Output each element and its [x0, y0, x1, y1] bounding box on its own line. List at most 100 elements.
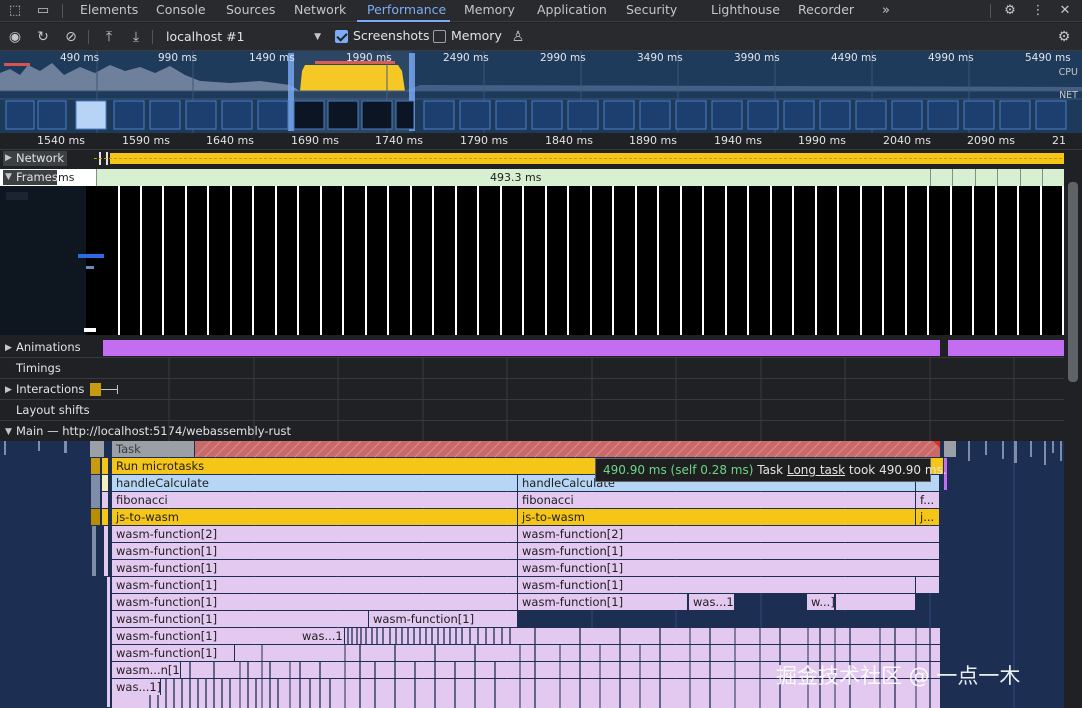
network-track-label: Network: [16, 151, 65, 165]
capture-settings-gear-icon[interactable]: ⚙: [1055, 28, 1073, 46]
wasm-function-bar[interactable]: wasm-function[2]: [112, 526, 518, 542]
frame-duration-left: ms: [58, 171, 75, 184]
wasm-function-bar[interactable]: wasm-function[2]: [518, 526, 940, 542]
wasm-function-bar-short[interactable]: w...]: [807, 594, 835, 610]
handle-calculate-bar[interactable]: handleCalculate: [112, 475, 518, 491]
tab-console[interactable]: Console: [156, 0, 206, 22]
overview-tick: 5490 ms: [1025, 52, 1071, 64]
cpu-label: CPU: [1058, 67, 1078, 78]
wasm-function-bar[interactable]: wasm-function[1]: [112, 577, 518, 593]
ruler-tick: 2090 ms: [967, 134, 1015, 147]
tab-security[interactable]: Security: [626, 0, 677, 22]
fibonacci-bar-short[interactable]: f...: [916, 492, 940, 508]
animation-bar[interactable]: [948, 340, 1064, 356]
tab-memory[interactable]: Memory: [464, 0, 515, 22]
wasm-function-bar[interactable]: wasm-function[1]: [518, 577, 916, 593]
ruler-tick: 21: [1052, 134, 1066, 147]
screenshots-label: Screenshots: [353, 28, 430, 43]
layout-shifts-track-label: Layout shifts: [16, 403, 90, 417]
wasm-function-bar[interactable]: wasm-function[1]: [518, 594, 688, 610]
screenshots-checkbox[interactable]: [335, 30, 348, 43]
expand-triangle-icon[interactable]: ▶: [5, 385, 12, 395]
interactions-track[interactable]: ▶ Interactions: [0, 379, 1064, 400]
tooltip-duration: 490.90 ms (self 0.28 ms): [603, 463, 754, 477]
tab-sources[interactable]: Sources: [226, 0, 275, 22]
long-task-link[interactable]: Long task: [787, 463, 845, 477]
tab-application[interactable]: Application: [537, 0, 607, 22]
tab-lighthouse[interactable]: Lighthouse: [711, 0, 780, 22]
memory-label: Memory: [451, 28, 502, 43]
wasm-function-bar[interactable]: wasm-function[1]: [112, 611, 369, 627]
tab-network[interactable]: Network: [294, 0, 346, 22]
wasm-function-bar[interactable]: wasm-function[1]: [518, 560, 940, 576]
main-thread-track-label: Main — http://localhost:5174/webassembly…: [16, 424, 291, 438]
interaction-marker[interactable]: [90, 383, 101, 396]
net-label: NET: [1059, 90, 1078, 101]
reload-record-icon[interactable]: ↻: [34, 28, 52, 46]
expand-triangle-icon[interactable]: ▶: [5, 153, 12, 163]
profile-select[interactable]: localhost #1 ▼: [160, 27, 325, 47]
animation-bar[interactable]: [103, 340, 940, 356]
wasm-function-bar-short[interactable]: wasm...n[1]: [112, 662, 181, 678]
animations-track-label: Animations: [16, 340, 81, 354]
tab-recorder[interactable]: Recorder: [798, 0, 854, 22]
collapse-triangle-icon[interactable]: ▼: [5, 172, 12, 182]
device-toolbar-icon[interactable]: ▭: [34, 2, 52, 20]
wasm-function-bar-short[interactable]: was...1]: [112, 679, 161, 695]
js-to-wasm-bar[interactable]: js-to-wasm: [112, 509, 518, 525]
expand-triangle-icon[interactable]: ▶: [5, 343, 12, 353]
wasm-function-bar-short[interactable]: was...1]: [689, 594, 735, 610]
layout-shifts-track[interactable]: Layout shifts: [0, 400, 1064, 421]
close-icon[interactable]: ✕: [1056, 2, 1074, 20]
screenshots-filmstrip[interactable]: [0, 186, 1064, 335]
wasm-function-bar[interactable]: wasm-function[1]: [369, 611, 518, 627]
double-chevron-right-icon[interactable]: »: [877, 2, 895, 20]
wasm-function-bar-small[interactable]: [916, 577, 940, 593]
profile-select-value: localhost #1: [166, 29, 245, 44]
ruler-tick: 1540 ms: [37, 134, 85, 147]
time-ruler: 1540 ms 1590 ms 1640 ms 1690 ms 1740 ms …: [0, 133, 1082, 150]
tab-elements[interactable]: Elements: [80, 0, 138, 22]
wasm-function-bar[interactable]: [836, 594, 916, 610]
wasm-function-bar[interactable]: wasm-function[1]: [112, 543, 518, 559]
overview-tick: 4990 ms: [928, 52, 974, 64]
gear-icon[interactable]: ⚙: [1001, 2, 1019, 20]
record-icon[interactable]: ◉: [6, 28, 24, 46]
collapse-triangle-icon[interactable]: ▼: [5, 427, 12, 437]
wasm-function-bar[interactable]: wasm-function[1]: [112, 594, 518, 610]
wasm-function-bar[interactable]: wasm-function[1]: [518, 543, 940, 559]
frames-track-label: Frames: [16, 170, 58, 184]
animations-track[interactable]: ▶ Animations: [0, 337, 1064, 358]
main-thread-track-header[interactable]: ▼ Main — http://localhost:5174/webassemb…: [0, 421, 1064, 442]
task-bar[interactable]: Task: [112, 441, 195, 457]
wasm-function-bar[interactable]: wasm-function[1]: [112, 645, 235, 661]
frames-track[interactable]: ▼ Frames ms 493.3 ms: [0, 169, 1064, 186]
ruler-tick: 1790 ms: [460, 134, 508, 147]
flame-tooltip: 490.90 ms (self 0.28 ms) Task Long task …: [595, 458, 947, 482]
download-icon[interactable]: ⤓: [127, 28, 145, 46]
timeline-overview[interactable]: 490 ms 990 ms 1490 ms 1990 ms 2490 ms 29…: [0, 51, 1082, 133]
ruler-tick: 1690 ms: [291, 134, 339, 147]
fibonacci-bar[interactable]: fibonacci: [112, 492, 518, 508]
vertical-scrollbar[interactable]: [1066, 150, 1080, 708]
tab-performance[interactable]: Performance: [367, 0, 446, 22]
tooltip-task-name: Task: [757, 463, 784, 477]
js-to-wasm-bar-short[interactable]: j...: [916, 509, 940, 525]
scrollbar-thumb[interactable]: [1068, 182, 1078, 382]
vertical-dots-icon[interactable]: ⋮: [1029, 2, 1047, 20]
inspect-element-icon[interactable]: ⬚: [6, 2, 24, 20]
devtools-tabbar: ⬚ ▭ Elements Console Sources Network Per…: [0, 0, 1082, 22]
wasm-function-bar[interactable]: wasm-function[1]: [112, 628, 299, 644]
memory-checkbox[interactable]: [433, 30, 446, 43]
js-to-wasm-bar[interactable]: js-to-wasm: [518, 509, 916, 525]
wasm-function-bar[interactable]: wasm-function[1]: [112, 560, 518, 576]
wasm-function-bar-short[interactable]: was...1]: [298, 628, 345, 644]
ruler-tick: 1990 ms: [798, 134, 846, 147]
network-track-graph: [94, 152, 1064, 165]
timings-track[interactable]: Timings: [0, 358, 1064, 379]
fibonacci-bar[interactable]: fibonacci: [518, 492, 916, 508]
network-track[interactable]: ▶ Network: [0, 150, 1064, 167]
upload-icon[interactable]: ⤒: [100, 28, 118, 46]
garbage-collect-icon[interactable]: ♙: [509, 28, 527, 46]
clear-icon[interactable]: ⊘: [62, 28, 80, 46]
